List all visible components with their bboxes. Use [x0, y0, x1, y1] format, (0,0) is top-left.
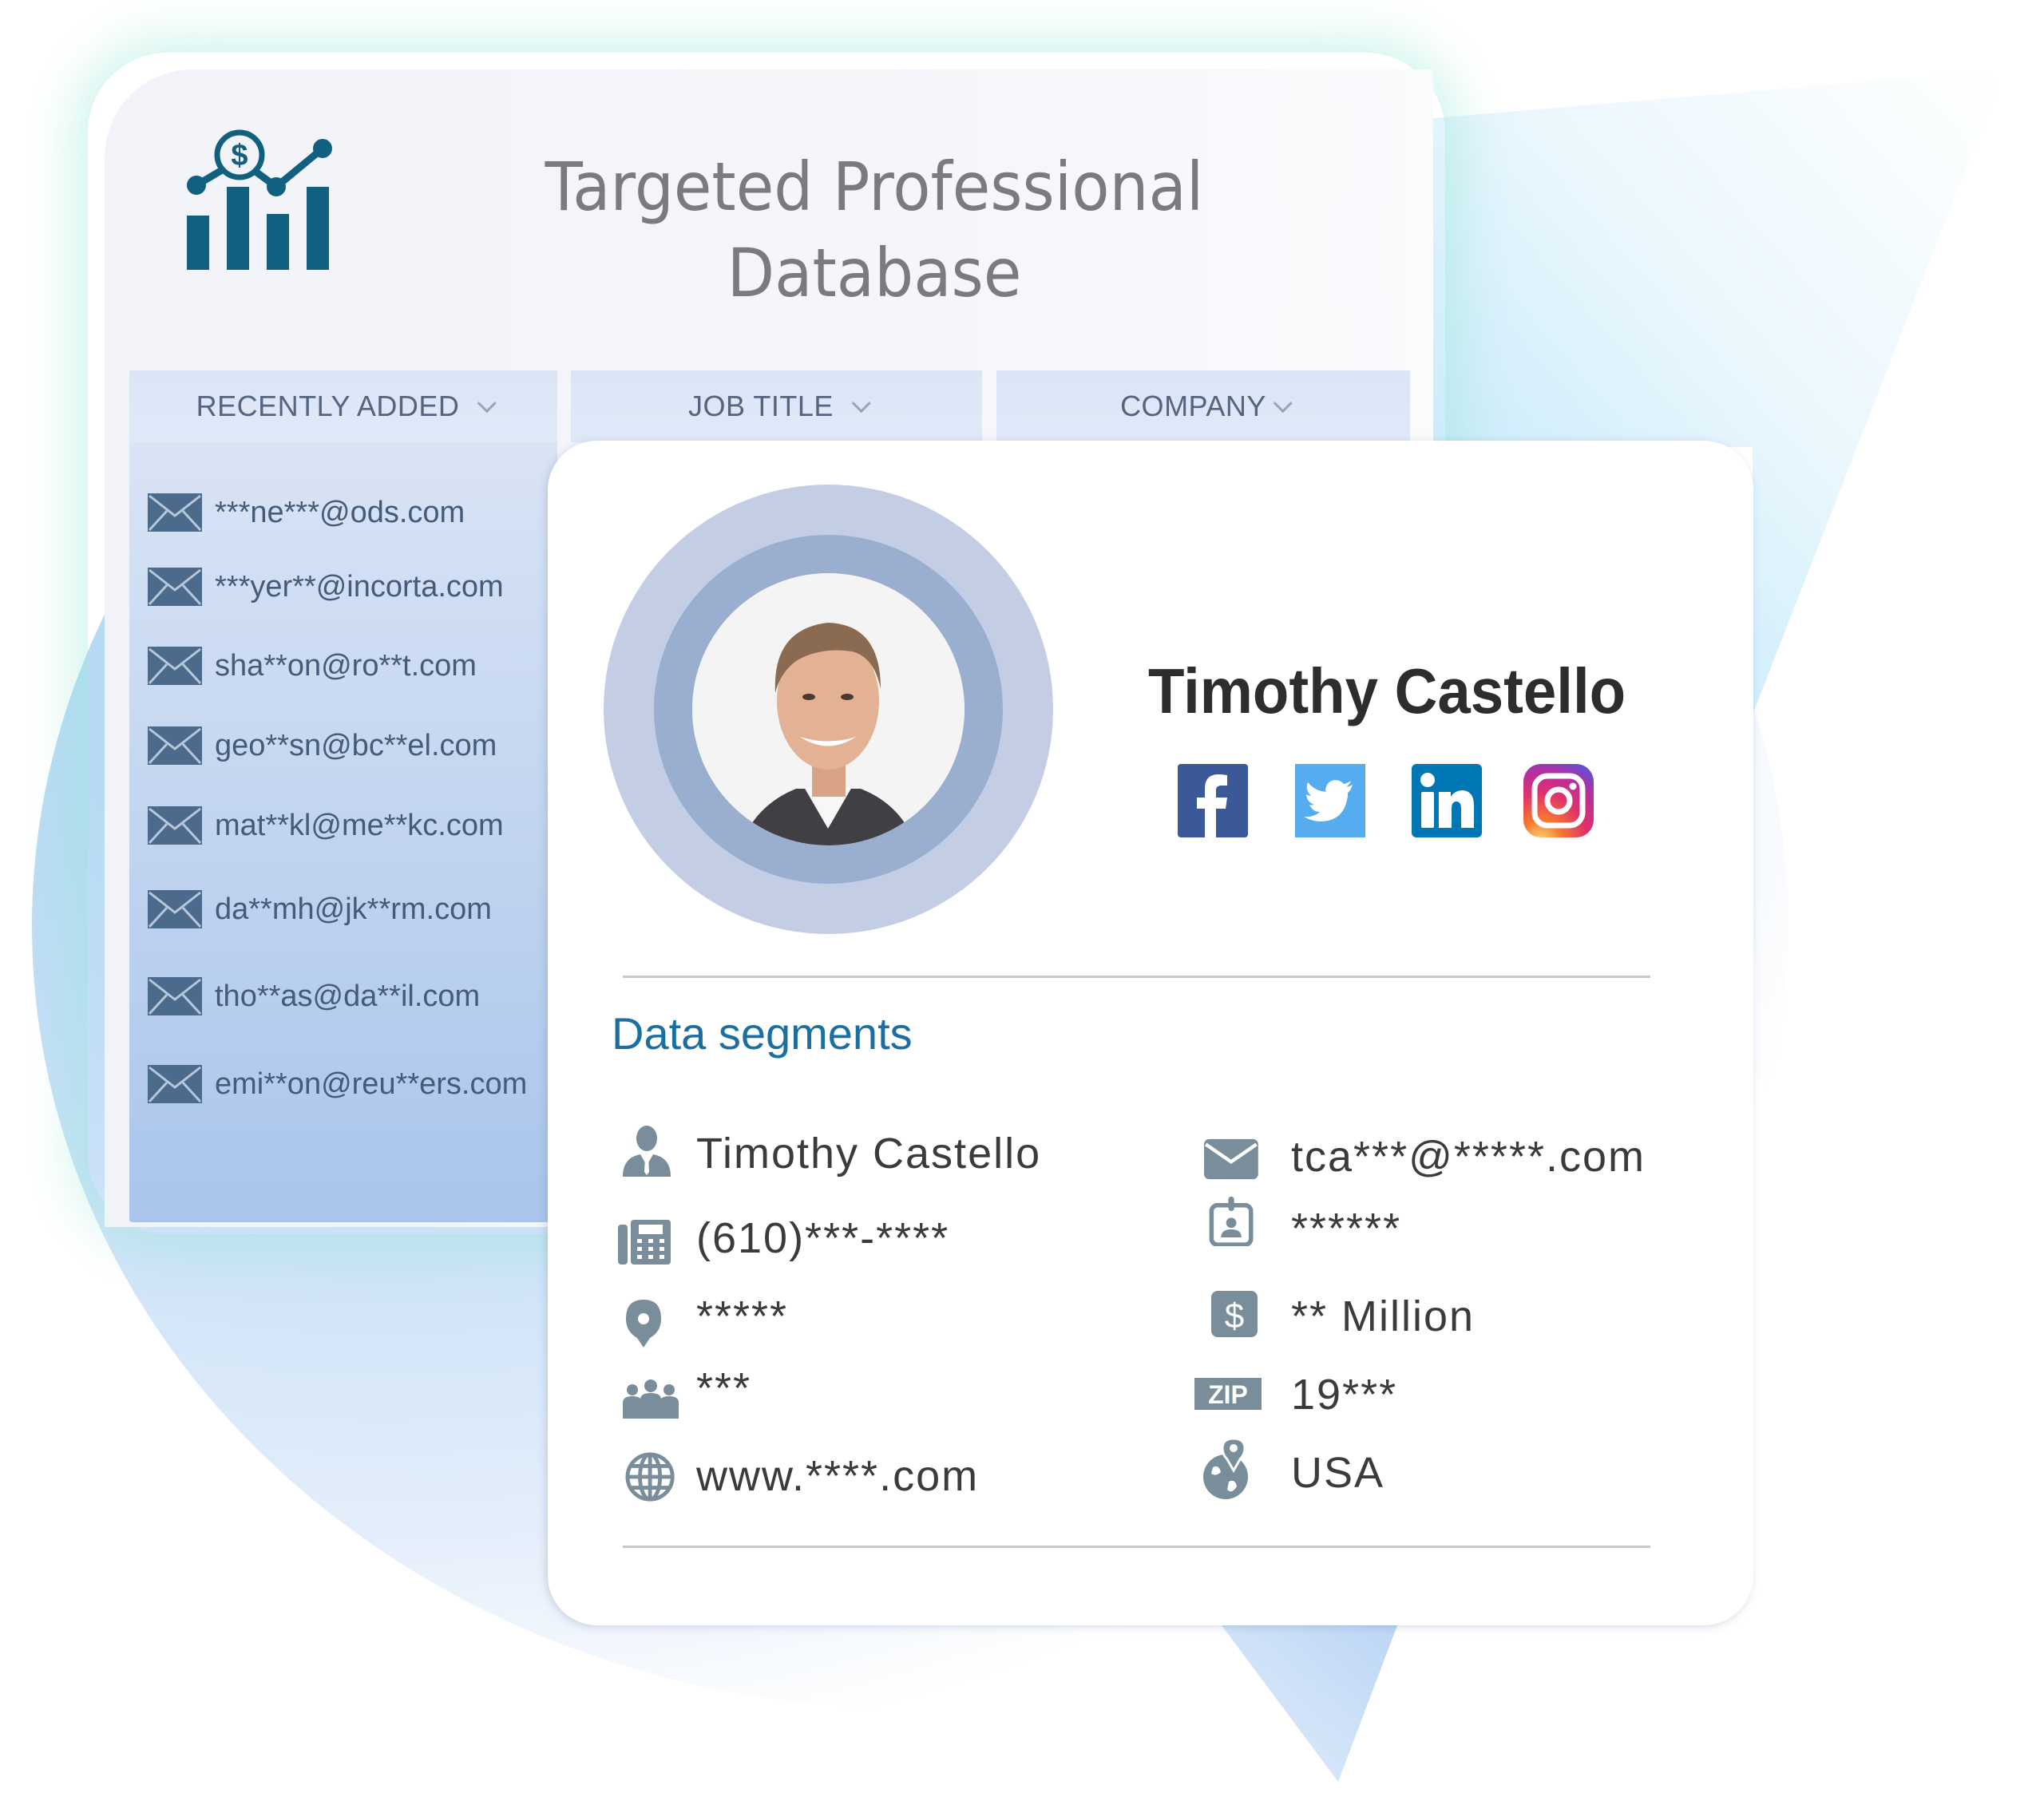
segment-country: USA — [1291, 1449, 1385, 1497]
phone-icon — [618, 1220, 671, 1265]
envelope-icon — [148, 647, 202, 685]
envelope-icon — [148, 568, 202, 606]
person-icon — [623, 1126, 671, 1177]
page-title: Targeted Professional Database — [511, 144, 1238, 316]
avatar-photo — [692, 573, 965, 845]
linkedin-icon[interactable] — [1412, 764, 1482, 837]
segment-zip: 19*** — [1291, 1371, 1398, 1419]
svg-text:ZIP: ZIP — [1208, 1380, 1248, 1409]
envelope-icon — [1204, 1138, 1258, 1180]
svg-text:$: $ — [1225, 1296, 1244, 1336]
instagram-icon[interactable] — [1523, 764, 1594, 837]
email-address: ***ne***@ods.com — [215, 495, 465, 529]
chart-dollar-icon: $ — [187, 129, 332, 270]
tab-label: JOB TITLE — [688, 390, 834, 422]
chevron-down-icon — [1273, 393, 1293, 413]
tab-recently-added[interactable]: RECENTLY ADDED — [129, 370, 557, 442]
globe-icon — [625, 1452, 675, 1502]
email-address: mat**kl@me**kc.com — [215, 808, 504, 842]
team-icon — [623, 1379, 679, 1419]
list-item[interactable]: geo**sn@bc**el.com — [148, 726, 497, 766]
page-title-line2: Database — [727, 234, 1022, 312]
page-title-line1: Targeted Professional — [545, 148, 1204, 226]
globe-pin-icon — [1203, 1437, 1248, 1499]
speech-tail — [1222, 1625, 1397, 1782]
segment-email: tca***@*****.com — [1291, 1133, 1646, 1181]
avatar — [692, 573, 965, 845]
segment-location: ***** — [696, 1292, 789, 1340]
facebook-icon[interactable] — [1178, 764, 1248, 837]
divider-top — [623, 976, 1650, 978]
tab-label: COMPANY — [1120, 390, 1266, 422]
email-address: da**mh@jk**rm.com — [215, 892, 492, 926]
segment-name: Timothy Castello — [696, 1130, 1042, 1178]
envelope-icon — [148, 1065, 202, 1103]
svg-text:$: $ — [231, 139, 248, 172]
location-pin-icon — [626, 1300, 661, 1348]
list-item[interactable]: ***yer**@incorta.com — [148, 567, 504, 607]
email-address: tho**as@da**il.com — [215, 979, 481, 1013]
twitter-icon[interactable] — [1295, 764, 1365, 837]
segment-website: www.****.com — [696, 1452, 980, 1500]
chevron-down-icon — [477, 393, 497, 413]
divider-bottom — [623, 1546, 1650, 1548]
id-badge-icon — [1209, 1196, 1254, 1246]
zip-icon: ZIP — [1194, 1378, 1262, 1410]
email-address: emi**on@reu**ers.com — [215, 1067, 528, 1101]
tab-company[interactable]: COMPANY — [996, 370, 1410, 442]
email-address: ***yer**@incorta.com — [215, 569, 504, 604]
tab-job-title[interactable]: JOB TITLE — [571, 370, 982, 442]
segment-revenue: ** Million — [1291, 1292, 1476, 1340]
email-address: geo**sn@bc**el.com — [215, 728, 497, 762]
list-item[interactable]: tho**as@da**il.com — [148, 976, 480, 1016]
segment-phone: (610)***-**** — [696, 1214, 950, 1262]
envelope-icon — [148, 726, 202, 765]
dollar-icon: $ — [1211, 1291, 1258, 1337]
list-item[interactable]: mat**kl@me**kc.com — [148, 805, 504, 845]
envelope-icon — [148, 977, 202, 1015]
chevron-down-icon — [851, 393, 871, 413]
list-item[interactable]: sha**on@ro**t.com — [148, 646, 477, 686]
envelope-icon — [148, 806, 202, 845]
data-segments-heading: Data segments — [612, 1008, 913, 1059]
envelope-icon — [148, 890, 202, 928]
envelope-icon — [148, 493, 202, 532]
segment-job-title: ****** — [1291, 1205, 1402, 1253]
email-address: sha**on@ro**t.com — [215, 648, 477, 683]
segment-employees: *** — [696, 1364, 752, 1412]
tab-label: RECENTLY ADDED — [196, 390, 460, 422]
profile-name: Timothy Castello — [1148, 655, 1626, 726]
list-item[interactable]: da**mh@jk**rm.com — [148, 889, 492, 929]
list-item[interactable]: emi**on@reu**ers.com — [148, 1064, 527, 1104]
list-item[interactable]: ***ne***@ods.com — [148, 493, 465, 532]
